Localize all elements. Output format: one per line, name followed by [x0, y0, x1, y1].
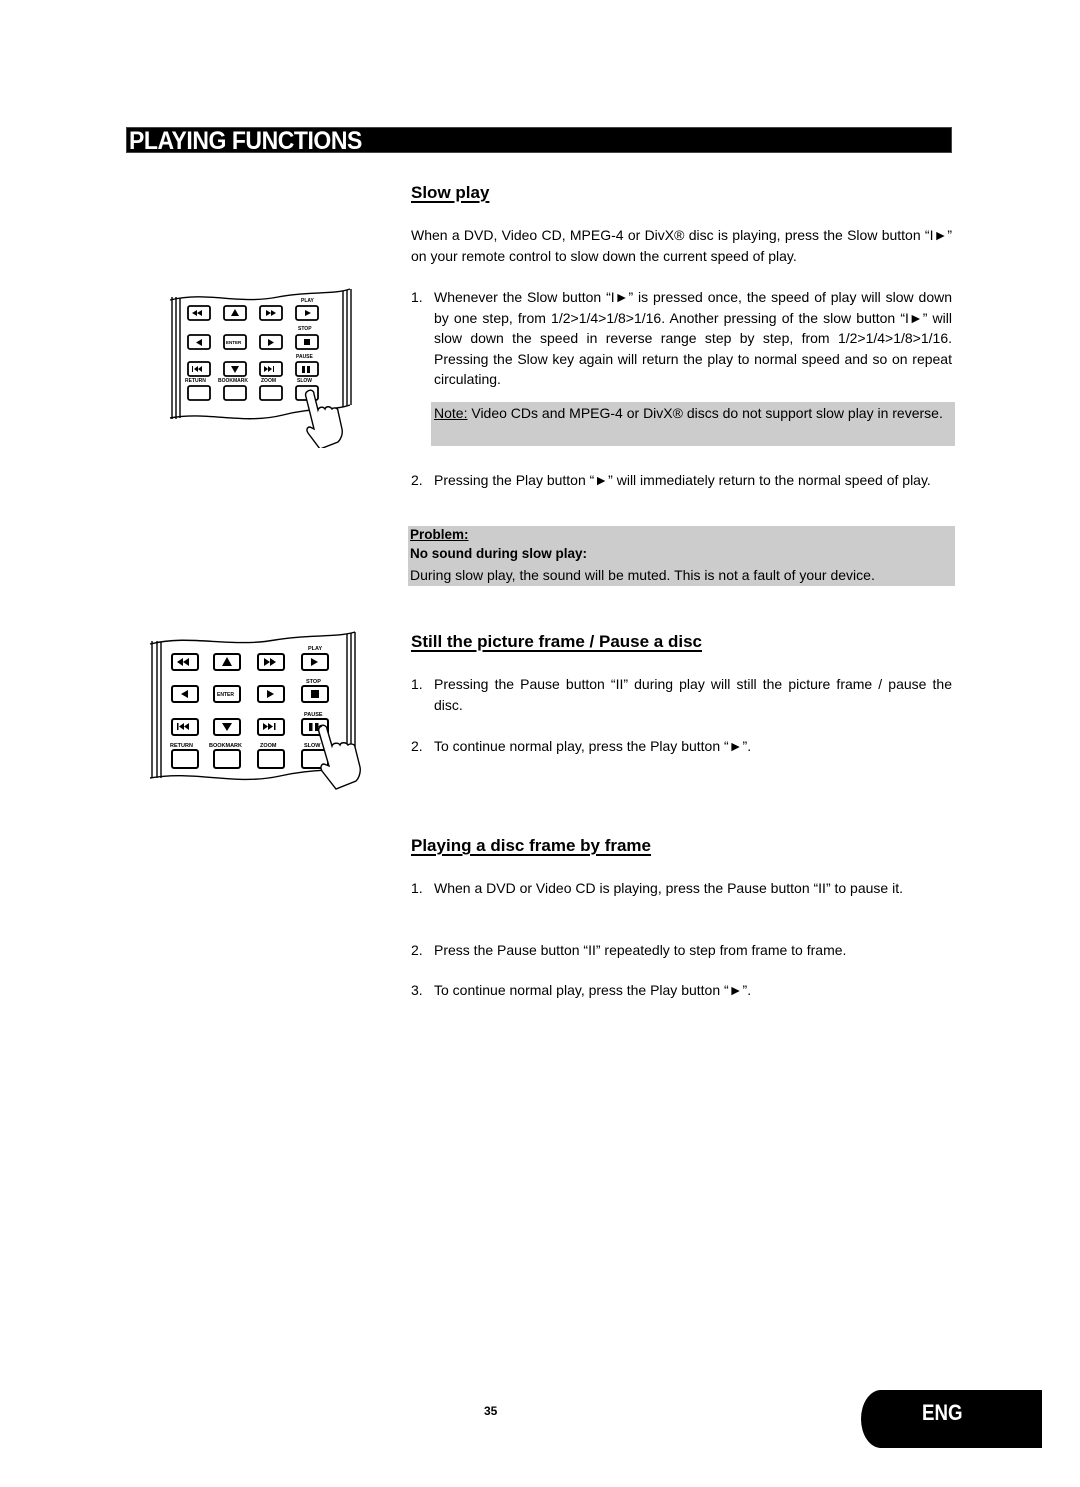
page-number: 35: [484, 1404, 498, 1418]
label-zoom-2: ZOOM: [260, 743, 277, 749]
frame-item-1: 1. When a DVD or Video CD is playing, pr…: [411, 880, 903, 896]
language-tab: ENG: [861, 1390, 1042, 1448]
still-frame-item-1: 1. Pressing the Pause button “II” during…: [411, 676, 952, 713]
slow-play-item-2: 2. Pressing the Play button “►” will imm…: [411, 472, 931, 488]
problem-box: Problem: No sound during slow play: Duri…: [408, 526, 955, 586]
note-box: Note: Video CDs and MPEG-4 or DivX® disc…: [431, 402, 955, 446]
hand-pointer-icon: [304, 389, 343, 448]
slow-play-intro: When a DVD, Video CD, MPEG-4 or DivX® di…: [411, 227, 952, 264]
language-label: ENG: [922, 1400, 963, 1425]
heading-frame-by-frame: Playing a disc frame by frame: [411, 836, 651, 855]
label-play: PLAY: [301, 298, 315, 304]
label-enter-2: ENTER: [217, 692, 234, 698]
label-stop-2: STOP: [306, 679, 321, 685]
label-zoom: ZOOM: [261, 378, 276, 384]
heading-slow-play: Slow play: [411, 183, 490, 202]
label-slow: SLOW: [297, 378, 312, 384]
section-title-bar: PLAYING FUNCTIONS: [126, 127, 952, 155]
label-pause: PAUSE: [296, 354, 314, 360]
remote-illustration-pause: PLAY STOP PAUSE RETURN BOOKMARK ZOOM SLO…: [149, 631, 361, 790]
note-text: Video CDs and MPEG-4 or DivX® discs do n…: [467, 405, 943, 421]
remote-buttons: [187, 305, 319, 401]
problem-label: Problem:: [410, 527, 469, 542]
remote-illustration-slow: PLAY STOP PAUSE RETURN BOOKMARK ZOOM SLO…: [169, 288, 352, 448]
still-frame-item-2: 2. To continue normal play, press the Pl…: [411, 738, 752, 754]
label-return-2: RETURN: [170, 743, 193, 749]
label-enter: ENTER: [226, 340, 242, 345]
label-stop: STOP: [298, 326, 312, 332]
page-title: PLAYING FUNCTIONS: [129, 127, 362, 155]
label-pause-2: PAUSE: [304, 712, 323, 718]
frame-item-2: 2. Press the Pause button “II” repeatedl…: [411, 942, 847, 958]
frame-item-3: 3. To continue normal play, press the Pl…: [411, 982, 752, 998]
label-bookmark-2: BOOKMARK: [209, 743, 242, 749]
heading-still-frame: Still the picture frame / Pause a disc: [411, 632, 702, 651]
problem-title: No sound during slow play:: [410, 546, 587, 561]
problem-text: During slow play, the sound will be mute…: [410, 567, 875, 583]
label-return: RETURN: [185, 378, 206, 384]
label-slow-2: SLOW: [304, 743, 321, 749]
note-label: Note:: [434, 405, 468, 421]
label-play-2: PLAY: [308, 646, 322, 652]
slow-play-item-1: 1. Whenever the Slow button “I►” is pres…: [411, 289, 952, 387]
label-bookmark: BOOKMARK: [218, 378, 248, 384]
